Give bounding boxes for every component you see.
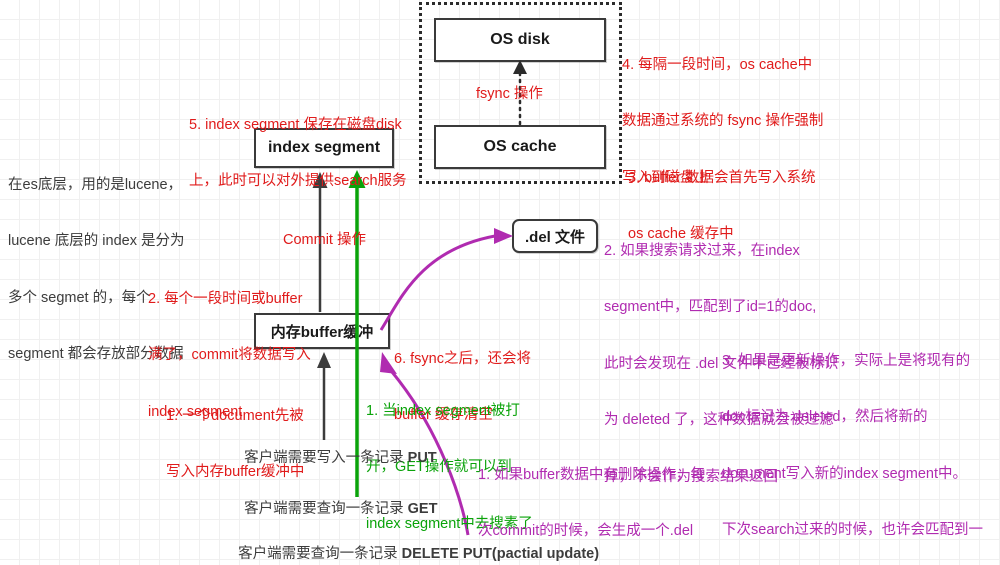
- client-line-get-text: 客户端需要查询一条记录: [244, 500, 408, 517]
- diagram-canvas: OS disk OS cache index segment 内存buffer缓…: [0, 0, 1000, 565]
- client-line-put: 客户端需要写入一条记录 PUT: [228, 430, 437, 487]
- client-line-put-text: 客户端需要写入一条记录: [244, 449, 408, 466]
- client-line-delete-text: 客户端需要查询一条记录: [238, 545, 402, 562]
- client-line-get-verb: GET: [407, 500, 438, 517]
- box-del-file-label: .del 文件: [524, 228, 585, 246]
- client-line-put-verb: PUT: [407, 449, 437, 466]
- box-os-cache[interactable]: OS cache: [434, 125, 606, 169]
- edge-label-commit: Commit 操作: [283, 232, 366, 248]
- client-line-delete-verb: DELETE PUT(pactial update): [401, 545, 600, 562]
- box-os-cache-label: OS cache: [483, 138, 557, 155]
- edge-label-fsync: fsync 操作: [476, 86, 543, 102]
- box-os-disk-label: OS disk: [490, 31, 550, 48]
- note-purple-3: 3. 如果是更新操作，实际上是将现有的 doc标记为 deleted，然后将新的…: [722, 352, 984, 539]
- client-line-delete: 客户端需要查询一条记录 DELETE PUT(pactial update): [222, 526, 599, 565]
- note-red-5: 5. index segment 保存在磁盘disk 上，此时可以对外提供sea…: [189, 116, 407, 190]
- box-del-file[interactable]: .del 文件: [512, 219, 598, 253]
- box-os-disk[interactable]: OS disk: [434, 18, 606, 62]
- arrow-put-to-buffer: [317, 352, 331, 440]
